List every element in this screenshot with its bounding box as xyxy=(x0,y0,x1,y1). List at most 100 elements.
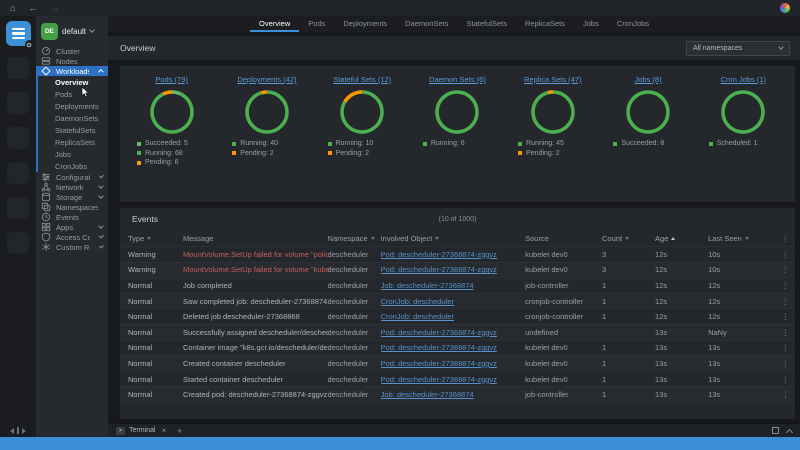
sidebar-item-custom-resources[interactable]: Custom Resources xyxy=(36,242,108,252)
event-type-cell: Warning xyxy=(128,249,156,259)
hotbar-empty-slot[interactable] xyxy=(7,232,29,254)
tab-overview[interactable]: Overview xyxy=(250,16,300,32)
cluster-header[interactable]: DE default xyxy=(36,16,108,46)
sidebar-item-storage[interactable]: Storage xyxy=(36,192,108,202)
namespace-select[interactable]: All namespaces xyxy=(686,40,790,56)
column-header-age[interactable]: Age xyxy=(655,234,708,243)
gear-badge-icon[interactable] xyxy=(24,40,34,49)
involved-object-link[interactable]: Pod: descheduler-27368874-zggvz xyxy=(381,250,497,259)
hotbar-empty-slot[interactable] xyxy=(7,92,29,114)
sidebar-subitem-overview[interactable]: Overview xyxy=(38,76,108,88)
add-terminal-button[interactable]: + xyxy=(177,426,182,436)
involved-object-link[interactable]: CronJob: descheduler xyxy=(381,312,454,321)
row-menu-icon[interactable]: ⋮ xyxy=(768,265,791,274)
column-header-type[interactable]: Type xyxy=(128,234,183,243)
hotbar-empty-slot[interactable] xyxy=(7,127,29,149)
involved-object-link[interactable]: Pod: descheduler-27368874-zggvz xyxy=(381,359,497,368)
involved-object-link[interactable]: CronJob: descheduler xyxy=(381,297,454,306)
tab-statefulsets[interactable]: StatefulSets xyxy=(458,16,516,32)
table-menu-icon[interactable]: ⋮ xyxy=(768,234,791,243)
involved-object-link[interactable]: Pod: descheduler-27368874-zggvz xyxy=(381,328,497,337)
maximize-icon[interactable] xyxy=(772,427,779,434)
chart-title-link[interactable]: Cron Jobs (1) xyxy=(721,75,766,84)
sidebar-item-network[interactable]: Network xyxy=(36,182,108,192)
back-icon[interactable]: ← xyxy=(28,3,37,13)
row-menu-icon[interactable]: ⋮ xyxy=(768,390,791,399)
chart-title-link[interactable]: Deployments (42) xyxy=(237,75,296,84)
home-icon[interactable]: ⌂ xyxy=(10,3,15,13)
table-row[interactable]: Normal Created container descheduler desch… xyxy=(120,355,795,371)
chart-title-link[interactable]: Jobs (8) xyxy=(635,75,662,84)
chevron-down-icon[interactable] xyxy=(89,27,95,33)
table-row[interactable]: Normal Started container descheduler desch… xyxy=(120,371,795,387)
involved-object-link[interactable]: Pod: descheduler-27368874-zggvz xyxy=(381,375,497,384)
table-row[interactable]: Normal Container image "k8s.gcr.io/desche… xyxy=(120,340,795,356)
sidebar-subitem-jobs[interactable]: Jobs xyxy=(38,148,108,160)
chart-title-link[interactable]: Daemon Sets (6) xyxy=(429,75,486,84)
tab-cronjobs[interactable]: CronJobs xyxy=(608,16,658,32)
event-source-cell: kubelet dev0 xyxy=(525,343,568,353)
table-row[interactable]: Normal Successfully assigned descheduler/… xyxy=(120,324,795,340)
sidebar-subitem-daemonsets[interactable]: DaemonSets xyxy=(38,112,108,124)
hotbar-item-catalog[interactable] xyxy=(5,21,34,49)
chart-title-link[interactable]: Stateful Sets (12) xyxy=(333,75,391,84)
sidebar-subitem-pods[interactable]: Pods xyxy=(38,88,108,100)
involved-object-link[interactable]: Pod: descheduler-27368874-zggvz xyxy=(381,265,497,274)
sidebar-subitem-deployments[interactable]: Deployments xyxy=(38,100,108,112)
sort-asc-icon xyxy=(671,236,676,240)
sidebar-item-events[interactable]: Events xyxy=(36,212,108,222)
column-header-involved-object[interactable]: Involved Object xyxy=(381,234,526,243)
column-header-count[interactable]: Count xyxy=(602,234,655,243)
user-avatar[interactable] xyxy=(780,3,790,13)
row-menu-icon[interactable]: ⋮ xyxy=(768,375,791,384)
row-menu-icon[interactable]: ⋮ xyxy=(768,328,791,337)
sidebar-item-configuration[interactable]: Configuration xyxy=(36,172,108,182)
row-menu-icon[interactable]: ⋮ xyxy=(768,281,791,290)
tab-daemonsets[interactable]: DaemonSets xyxy=(396,16,457,32)
table-row[interactable]: Warning MountVolume.SetUp failed for volu… xyxy=(120,246,795,262)
forward-icon[interactable]: → xyxy=(50,3,59,13)
table-row[interactable]: Normal Job completed descheduler Job: desch… xyxy=(120,277,795,293)
sidebar-subitem-replicasets[interactable]: ReplicaSets xyxy=(38,136,108,148)
hotbar-empty-slot[interactable] xyxy=(7,162,29,184)
sidebar-subitem-statefulsets[interactable]: StatefulSets xyxy=(38,124,108,136)
tab-jobs[interactable]: Jobs xyxy=(574,16,608,32)
tab-replicasets[interactable]: ReplicaSets xyxy=(516,16,574,32)
table-row[interactable]: Normal Deleted job descheduler-27368868 de… xyxy=(120,308,795,324)
sidebar-item-apps[interactable]: Apps xyxy=(36,222,108,232)
row-menu-icon[interactable]: ⋮ xyxy=(768,343,791,352)
cluster-name: default xyxy=(62,26,87,36)
hotbar-empty-slot[interactable] xyxy=(7,197,29,219)
tab-pods[interactable]: Pods xyxy=(299,16,334,32)
chevron-up-icon[interactable] xyxy=(785,428,794,436)
sidebar-item-access-control[interactable]: Access Control xyxy=(36,232,108,242)
row-menu-icon[interactable]: ⋮ xyxy=(768,359,791,368)
table-row[interactable]: Warning MountVolume.SetUp failed for volu… xyxy=(120,262,795,278)
sidebar-item-workloads[interactable]: Workloads xyxy=(36,66,108,76)
table-row[interactable]: Normal Created pod: descheduler-27368874-… xyxy=(120,386,795,402)
pager-right-icon[interactable] xyxy=(22,427,26,434)
sidebar-item-nodes[interactable]: Nodes xyxy=(36,56,108,66)
tab-deployments[interactable]: Deployments xyxy=(334,16,396,32)
involved-object-link[interactable]: Job: descheduler-27368874 xyxy=(381,281,474,290)
chart-title-link[interactable]: Pods (79) xyxy=(155,75,188,84)
sidebar-item-namespaces[interactable]: Namespaces xyxy=(36,202,108,212)
sidebar-item-cluster[interactable]: Cluster xyxy=(36,46,108,56)
involved-object-link[interactable]: Job: descheduler-27368874 xyxy=(381,390,474,399)
table-row[interactable]: Normal Saw completed job: descheduler-273… xyxy=(120,293,795,309)
column-header-namespace[interactable]: Namespace xyxy=(328,234,381,243)
chart-title-link[interactable]: Replica Sets (47) xyxy=(524,75,582,84)
row-menu-icon[interactable]: ⋮ xyxy=(768,297,791,306)
close-icon[interactable]: × xyxy=(161,426,166,435)
terminal-tab[interactable]: Terminal xyxy=(129,427,155,434)
column-header-message[interactable]: Message xyxy=(183,234,328,243)
column-header-last-seen[interactable]: Last Seen xyxy=(708,234,768,243)
hotbar-pager[interactable] xyxy=(0,427,36,434)
hotbar-empty-slot[interactable] xyxy=(7,57,29,79)
sidebar-subitem-cronjobs[interactable]: CronJobs xyxy=(38,160,108,172)
row-menu-icon[interactable]: ⋮ xyxy=(768,250,791,259)
row-menu-icon[interactable]: ⋮ xyxy=(768,312,791,321)
pager-left-icon[interactable] xyxy=(10,427,14,434)
column-header-source[interactable]: Source xyxy=(525,234,602,243)
involved-object-link[interactable]: Pod: descheduler-27368874-zggvz xyxy=(381,343,497,352)
